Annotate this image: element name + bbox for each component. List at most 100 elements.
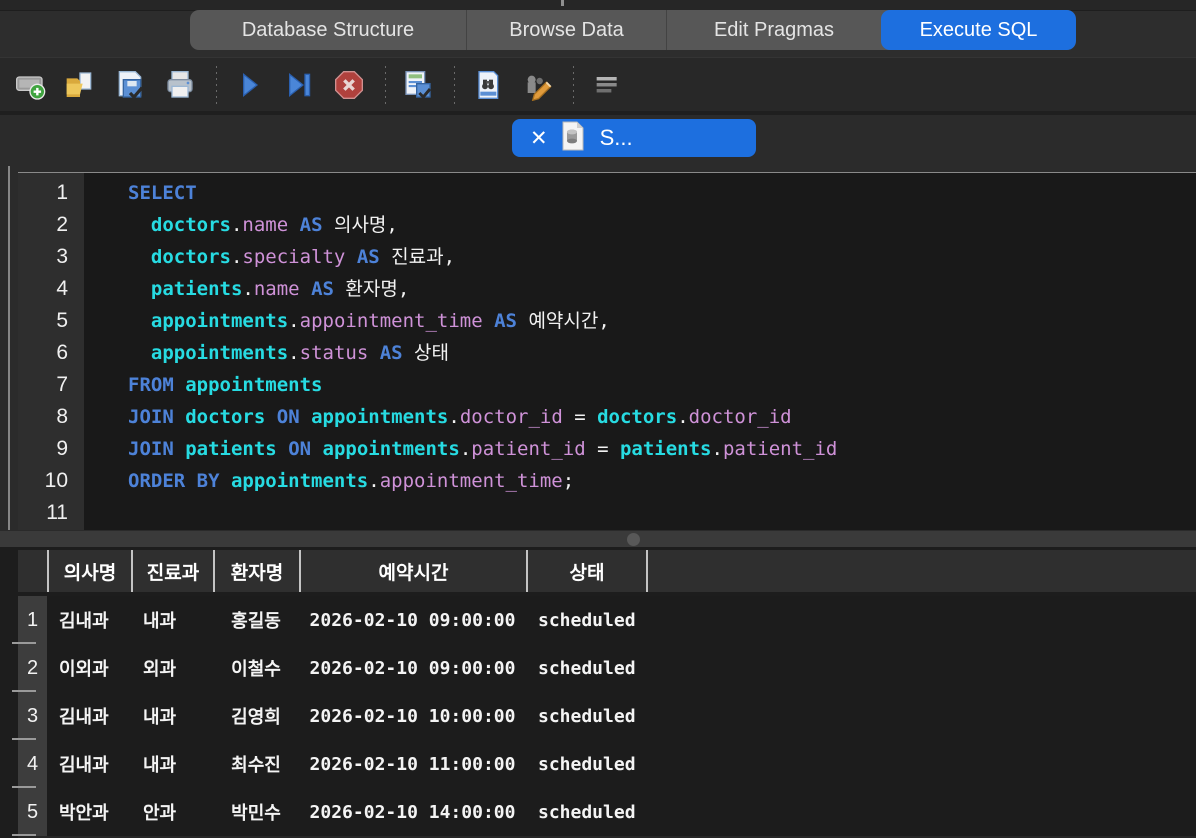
sql-plain-text: = bbox=[563, 406, 597, 428]
row-number[interactable]: 5 bbox=[18, 788, 47, 836]
line-number: 7 bbox=[18, 369, 84, 401]
table-cell[interactable]: 김영희 bbox=[213, 692, 299, 740]
table-row[interactable]: 4김내과내과최수진2026-02-10 11:00:00scheduled bbox=[18, 740, 1196, 788]
table-cell[interactable]: 내과 bbox=[131, 596, 213, 644]
execute-current-line-icon[interactable] bbox=[281, 65, 317, 105]
find-in-sql-icon[interactable] bbox=[469, 65, 505, 105]
print-icon[interactable] bbox=[162, 65, 198, 105]
row-number[interactable]: 1 bbox=[18, 596, 47, 644]
table-cell[interactable]: 2026-02-10 10:00:00 bbox=[299, 692, 526, 740]
sql-code-area[interactable]: SELECT doctors.name AS 의사명, doctors.spec… bbox=[84, 173, 1196, 531]
table-cell[interactable]: 안과 bbox=[131, 788, 213, 836]
sql-code-line[interactable]: patients.name AS 환자명, bbox=[128, 273, 1196, 305]
table-cell[interactable]: 홍길동 bbox=[213, 596, 299, 644]
table-cell[interactable]: 외과 bbox=[131, 644, 213, 692]
sql-plain-text bbox=[174, 406, 185, 428]
table-row[interactable]: 2이외과외과이철수2026-02-10 09:00:00scheduled bbox=[18, 644, 1196, 692]
sql-code-line[interactable]: doctors.name AS 의사명, bbox=[128, 209, 1196, 241]
save-results-icon[interactable] bbox=[400, 65, 436, 105]
row-number[interactable]: 3 bbox=[18, 692, 47, 740]
sql-code-line[interactable]: appointments.status AS 상태 bbox=[128, 337, 1196, 369]
sql-plain-text: . bbox=[288, 342, 299, 364]
word-wrap-icon[interactable] bbox=[588, 65, 624, 105]
line-number: 9 bbox=[18, 433, 84, 465]
stop-icon[interactable] bbox=[331, 65, 367, 105]
table-cell[interactable]: 김내과 bbox=[47, 740, 131, 788]
sql-code-line[interactable]: SELECT bbox=[128, 177, 1196, 209]
sql-plain-text bbox=[128, 342, 151, 364]
toolbar-separator bbox=[454, 66, 455, 104]
column-header-4[interactable]: 예약시간 bbox=[299, 550, 526, 592]
table-cell[interactable]: scheduled bbox=[526, 596, 648, 644]
row-number[interactable]: 4 bbox=[18, 740, 47, 788]
sql-code-line[interactable] bbox=[128, 497, 1196, 529]
sql-table-name: patients bbox=[620, 438, 712, 460]
column-header-5[interactable]: 상태 bbox=[526, 550, 648, 592]
top-tick-mark bbox=[561, 0, 564, 6]
open-sql-file-icon[interactable] bbox=[62, 65, 98, 105]
table-cell[interactable]: 2026-02-10 14:00:00 bbox=[299, 788, 526, 836]
toolbar-separator bbox=[573, 66, 574, 104]
sql-code-line[interactable]: ORDER BY appointments.appointment_time; bbox=[128, 465, 1196, 497]
table-cell[interactable]: 2026-02-10 11:00:00 bbox=[299, 740, 526, 788]
table-cell[interactable]: 이외과 bbox=[47, 644, 131, 692]
table-row[interactable]: 5박안과안과박민수2026-02-10 14:00:00scheduled bbox=[18, 788, 1196, 836]
sql-tab-title: S... bbox=[600, 125, 633, 151]
sql-code-line[interactable]: doctors.specialty AS 진료과, bbox=[128, 241, 1196, 273]
sql-keyword: FROM bbox=[128, 374, 174, 396]
table-row[interactable]: 1김내과내과홍길동2026-02-10 09:00:00scheduled bbox=[18, 596, 1196, 644]
table-cell[interactable]: 김내과 bbox=[47, 596, 131, 644]
column-header-2[interactable]: 진료과 bbox=[131, 550, 213, 592]
table-cell[interactable]: 박민수 bbox=[213, 788, 299, 836]
table-cell[interactable]: 내과 bbox=[131, 692, 213, 740]
sql-column-name: patient_id bbox=[723, 438, 837, 460]
table-cell[interactable]: 김내과 bbox=[47, 692, 131, 740]
tab-edit-pragmas[interactable]: Edit Pragmas bbox=[666, 10, 881, 50]
table-cell[interactable]: 2026-02-10 09:00:00 bbox=[299, 644, 526, 692]
column-header-3[interactable]: 환자명 bbox=[213, 550, 299, 592]
table-cell-filler bbox=[648, 644, 1196, 692]
table-cell[interactable]: scheduled bbox=[526, 692, 648, 740]
sql-code-line[interactable]: FROM appointments bbox=[128, 369, 1196, 401]
tab-browse-data[interactable]: Browse Data bbox=[466, 10, 666, 50]
sql-plain-text bbox=[174, 374, 185, 396]
sql-table-name: appointments bbox=[231, 470, 368, 492]
sql-column-name: name bbox=[242, 214, 288, 236]
table-cell[interactable]: scheduled bbox=[526, 788, 648, 836]
table-cell[interactable]: 2026-02-10 09:00:00 bbox=[299, 596, 526, 644]
table-cell[interactable]: 최수진 bbox=[213, 740, 299, 788]
sql-plain-text bbox=[345, 246, 356, 268]
line-number: 5 bbox=[18, 305, 84, 337]
new-sql-tab-icon[interactable] bbox=[12, 65, 48, 105]
line-number: 6 bbox=[18, 337, 84, 369]
table-cell[interactable]: 박안과 bbox=[47, 788, 131, 836]
table-cell[interactable]: scheduled bbox=[526, 644, 648, 692]
edit-sql-icon[interactable] bbox=[519, 65, 555, 105]
results-header-row: 의사명진료과환자명예약시간상태 bbox=[18, 550, 1196, 592]
table-row[interactable]: 3김내과내과김영희2026-02-10 10:00:00scheduled bbox=[18, 692, 1196, 740]
sql-code-line[interactable]: JOIN patients ON appointments.patient_id… bbox=[128, 433, 1196, 465]
line-number: 4 bbox=[18, 273, 84, 305]
table-cell[interactable]: scheduled bbox=[526, 740, 648, 788]
table-cell[interactable]: 이철수 bbox=[213, 644, 299, 692]
tab-execute-sql[interactable]: Execute SQL bbox=[881, 10, 1076, 50]
sql-table-name: appointments bbox=[185, 374, 322, 396]
row-number[interactable]: 2 bbox=[18, 644, 47, 692]
close-icon[interactable]: ✕ bbox=[530, 128, 548, 149]
column-header-1[interactable]: 의사명 bbox=[47, 550, 131, 592]
tab-database-structure[interactable]: Database Structure bbox=[190, 10, 466, 50]
line-number-gutter: 1234567891011 bbox=[18, 173, 84, 531]
table-cell-filler bbox=[648, 788, 1196, 836]
table-cell[interactable]: 내과 bbox=[131, 740, 213, 788]
sql-editor-tab[interactable]: ✕ S... bbox=[512, 119, 756, 157]
sql-code-line[interactable]: appointments.appointment_time AS 예약시간, bbox=[128, 305, 1196, 337]
sql-column-name: name bbox=[254, 278, 300, 300]
sql-code-line[interactable]: JOIN doctors ON appointments.doctor_id =… bbox=[128, 401, 1196, 433]
splitter-handle[interactable] bbox=[627, 533, 640, 546]
sql-plain-text bbox=[288, 214, 299, 236]
toolbar-separator bbox=[216, 66, 217, 104]
execute-all-icon[interactable] bbox=[231, 65, 267, 105]
sql-keyword: AS bbox=[300, 214, 323, 236]
save-sql-file-icon[interactable] bbox=[112, 65, 148, 105]
sql-keyword: ORDER BY bbox=[128, 470, 220, 492]
